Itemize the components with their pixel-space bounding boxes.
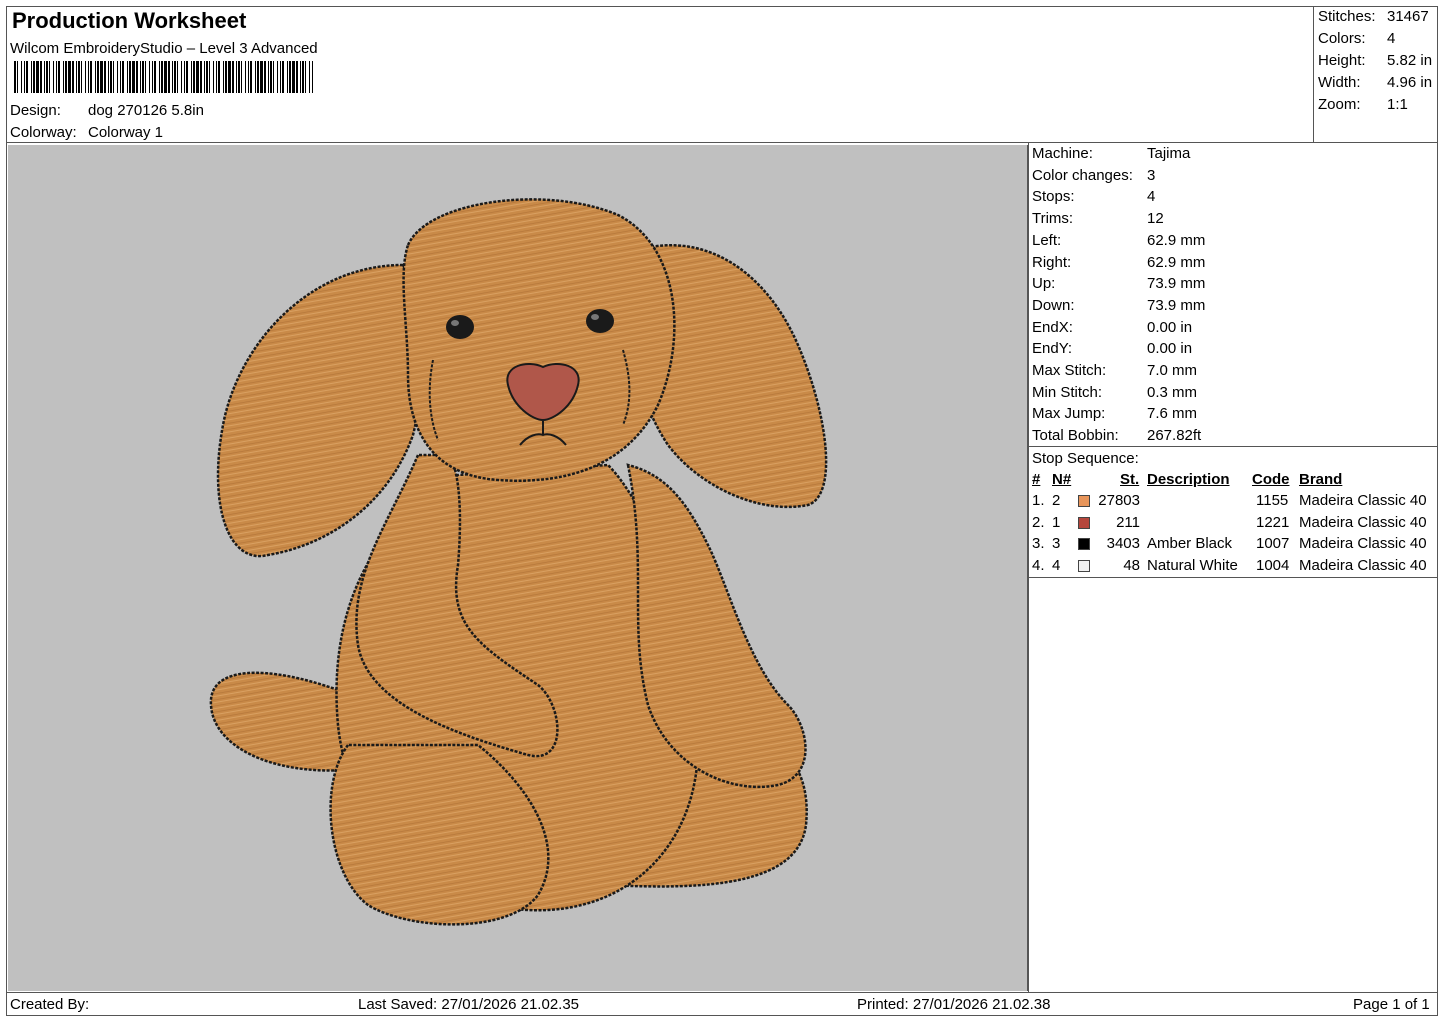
- min-stitch-label: Min Stitch:: [1032, 383, 1103, 401]
- dog-embroidery-image: [209, 198, 828, 926]
- row-code: 1004: [1256, 557, 1290, 575]
- stop-sequence-row: 4. 4 48 Natural White 1004 Madeira Classic 40: [1032, 557, 1437, 578]
- row-needle: 4: [1052, 557, 1061, 575]
- endy-value: 0.00 in: [1147, 340, 1193, 358]
- row-stitches: 3403: [1106, 535, 1140, 553]
- col-code-header: Code: [1252, 471, 1290, 488]
- endx-label: EndX:: [1032, 318, 1073, 336]
- total-bobbin-value: 267.82ft: [1147, 427, 1202, 445]
- design-preview-canvas: [8, 145, 1028, 991]
- right-label: Right:: [1032, 253, 1072, 271]
- design-label: Design:: [10, 102, 61, 119]
- stitches-label: Stitches:: [1318, 8, 1376, 25]
- row-needle: 2: [1052, 492, 1061, 509]
- stop-sequence-row: 2. 1 211 1221 Madeira Classic 40: [1032, 514, 1437, 535]
- endx-value: 0.00 in: [1147, 318, 1193, 336]
- trims-label: Trims:: [1032, 210, 1074, 228]
- colors-value: 4: [1387, 30, 1396, 47]
- page-number: Page 1 of 1: [1353, 996, 1430, 1013]
- color-swatch: [1078, 516, 1090, 529]
- machine-label: Machine:: [1032, 145, 1093, 162]
- color-changes-value: 3: [1147, 166, 1156, 184]
- max-stitch-label: Max Stitch:: [1032, 362, 1107, 379]
- design-value: dog 270126 5.8in: [88, 102, 204, 119]
- stop-sequence-row: 3. 3 3403 Amber Black 1007 Madeira Classic 40: [1032, 535, 1437, 556]
- min-stitch-value: 0.3 mm: [1147, 383, 1198, 401]
- footer-divider: [6, 992, 1438, 993]
- colors-label: Colors:: [1318, 30, 1366, 47]
- row-index: 1.: [1032, 492, 1045, 509]
- stops-value: 4: [1147, 188, 1156, 206]
- row-stitches: 27803: [1098, 492, 1140, 509]
- row-code: 1155: [1256, 492, 1289, 509]
- left-value: 62.9 mm: [1147, 231, 1206, 249]
- barcode: [14, 61, 313, 93]
- color-changes-label: Color changes:: [1032, 166, 1133, 184]
- color-swatch: [1078, 560, 1090, 573]
- row-index: 2.: [1032, 513, 1045, 531]
- row-description: Amber Black: [1147, 535, 1233, 553]
- zoom-label: Zoom:: [1318, 96, 1361, 113]
- row-stitches: 211: [1116, 513, 1140, 531]
- row-brand: Madeira Classic 40: [1299, 557, 1427, 575]
- total-bobbin-label: Total Bobbin:: [1032, 427, 1119, 445]
- zoom-value: 1:1: [1387, 96, 1408, 113]
- max-jump-value: 7.6 mm: [1147, 405, 1198, 423]
- height-value: 5.82 in: [1387, 52, 1433, 69]
- row-brand: Madeira Classic 40: [1299, 513, 1427, 531]
- trims-value: 12: [1147, 210, 1164, 228]
- machine-info-divider: [1028, 446, 1438, 447]
- width-value: 4.96 in: [1387, 74, 1433, 91]
- header-divider: [6, 142, 1438, 143]
- right-value: 62.9 mm: [1147, 253, 1206, 271]
- summary-divider: [1313, 6, 1314, 142]
- machine-info-panel: Machine: Tajima Color changes: 3 Stops: …: [1032, 145, 1432, 445]
- last-saved: Last Saved: 27/01/2026 21.02.35: [358, 996, 580, 1013]
- stop-sequence-title: Stop Sequence:: [1032, 450, 1139, 467]
- col-n-header: N#: [1052, 471, 1072, 488]
- stitches-value: 31467: [1387, 8, 1429, 25]
- endy-label: EndY:: [1032, 340, 1073, 358]
- canvas-divider: [1028, 143, 1029, 992]
- col-description-header: Description: [1147, 471, 1230, 488]
- left-label: Left:: [1032, 231, 1062, 249]
- stop-sequence-row: 1. 2 27803 1155 Madeira Classic 40: [1032, 492, 1437, 513]
- row-stitches: 48: [1123, 557, 1140, 575]
- printed-date: Printed: 27/01/2026 21.02.38: [857, 996, 1051, 1013]
- stop-sequence-header: # N# St. Description Code Brand: [1032, 471, 1437, 493]
- worksheet-title: Production Worksheet: [12, 8, 247, 33]
- row-index: 3.: [1032, 535, 1045, 553]
- width-label: Width:: [1318, 74, 1361, 91]
- row-code: 1007: [1256, 535, 1290, 553]
- height-label: Height:: [1318, 52, 1366, 69]
- col-brand-header: Brand: [1299, 471, 1343, 488]
- row-brand: Madeira Classic 40: [1299, 492, 1427, 509]
- col-st-header: St.: [1120, 471, 1140, 488]
- col-num-header: #: [1032, 471, 1041, 488]
- color-swatch: [1078, 495, 1090, 507]
- colorway-label: Colorway:: [10, 124, 77, 141]
- stops-label: Stops:: [1032, 188, 1075, 206]
- row-needle: 1: [1052, 513, 1061, 531]
- max-stitch-value: 7.0 mm: [1147, 362, 1198, 379]
- row-description: Natural White: [1147, 557, 1238, 575]
- up-label: Up:: [1032, 275, 1056, 293]
- max-jump-label: Max Jump:: [1032, 405, 1106, 423]
- stop-sequence-divider: [1028, 577, 1438, 578]
- color-swatch: [1078, 538, 1090, 551]
- row-brand: Madeira Classic 40: [1299, 535, 1427, 553]
- machine-value: Tajima: [1147, 145, 1191, 162]
- created-by: Created By:: [10, 996, 90, 1013]
- row-code: 1221: [1256, 513, 1290, 531]
- down-value: 73.9 mm: [1147, 296, 1206, 314]
- row-needle: 3: [1052, 535, 1061, 553]
- colorway-value: Colorway 1: [88, 124, 164, 141]
- row-index: 4.: [1032, 557, 1045, 575]
- down-label: Down:: [1032, 296, 1075, 314]
- up-value: 73.9 mm: [1147, 275, 1206, 293]
- software-name: Wilcom EmbroideryStudio – Level 3 Advanc…: [10, 40, 318, 57]
